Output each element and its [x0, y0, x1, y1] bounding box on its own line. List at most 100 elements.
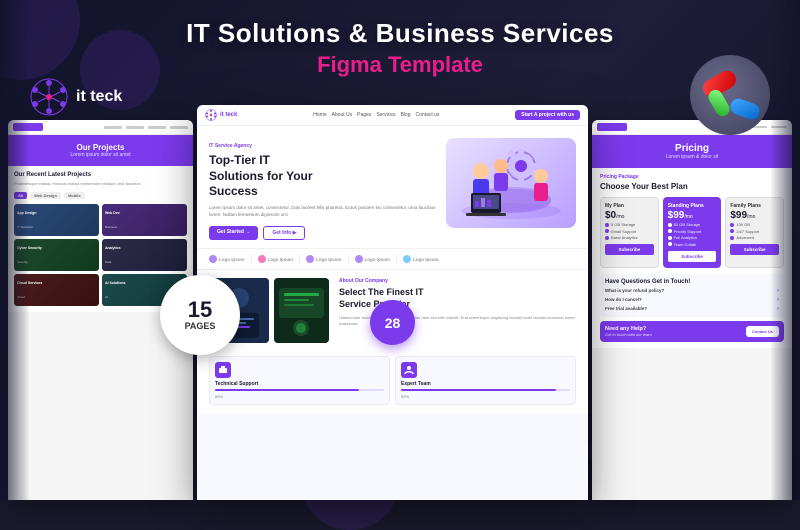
left-header-text: Our Projects: [18, 143, 183, 152]
logo-sep-2: [299, 254, 300, 264]
client-icon-2: [258, 255, 266, 263]
plan-feature-basic-2: Email Support: [605, 229, 654, 234]
faq-item-1[interactable]: What is your refund policy? ›: [605, 288, 779, 294]
pricing-help-btn[interactable]: Contact Us: [746, 326, 779, 337]
feature-dot: [730, 223, 734, 227]
logo-sep-1: [251, 254, 252, 264]
nav-contact[interactable]: Contact us: [416, 112, 440, 118]
price-card-advanced: Family Plans $99/mo 100 GB 24/7 Support: [725, 197, 784, 268]
hero-btn-primary[interactable]: Get Started →: [209, 226, 258, 240]
filter-mobile[interactable]: Mobile: [64, 192, 85, 199]
proj-cat-1: IT Solutions: [17, 225, 33, 229]
client-text-3: Logo Ipsum: [316, 257, 342, 262]
nav-about[interactable]: About Us: [332, 112, 353, 118]
feature-dot: [668, 229, 672, 233]
plan-feature-adv-1: 100 GB: [730, 222, 779, 227]
plan-features-advanced: 100 GB 24/7 Support Advanced: [730, 222, 779, 240]
faq-item-3[interactable]: Free trial available? ›: [605, 306, 779, 312]
mockup-right: Pricing Lorem ipsum & dolor sit Pricing …: [592, 120, 792, 500]
pill-green: [706, 87, 732, 118]
proj-title-1: App Design: [17, 211, 96, 215]
feature-dot: [605, 236, 609, 240]
expert-icon: [401, 362, 417, 378]
proj-cat-5: Cloud: [17, 295, 25, 299]
hero-image: [446, 138, 576, 228]
faq-q3: Free trial available?: [605, 306, 647, 311]
plan-btn-popular[interactable]: Subscribe: [668, 251, 717, 262]
pricing-title: Choose Your Best Plan: [600, 182, 784, 191]
plan-feature-basic-1: 5 GB Storage: [605, 222, 654, 227]
client-logo-4: Logo Ipsum: [355, 255, 391, 263]
left-nav-link: [104, 126, 122, 129]
plan-price-popular: $99/mo: [668, 211, 717, 221]
plan-feature-pop-4: Team Collab: [668, 242, 717, 247]
hero-btn-secondary[interactable]: Get Info ▶: [263, 226, 305, 240]
plan-feature-pop-2: Priority Support: [668, 229, 717, 234]
center-nav-links: Home About Us Pages Services Blog Contac…: [313, 112, 439, 118]
faq-q2: How do I cancel?: [605, 297, 642, 302]
hero-badge: IT Service Agency: [209, 143, 438, 149]
about-graphic-2: [274, 278, 329, 343]
logo-text: it teck: [76, 88, 122, 106]
service-title-1: Technical Support: [215, 381, 384, 387]
left-nav-links: [104, 126, 188, 129]
pricing-header-text: Pricing: [602, 143, 782, 154]
logo-sep-3: [348, 254, 349, 264]
service-fill-1: [215, 389, 359, 391]
filter-all[interactable]: All: [14, 192, 27, 199]
client-icon-5: [403, 255, 411, 263]
nav-home[interactable]: Home: [313, 112, 326, 118]
left-section-title: Our Recent Latest Projects: [14, 172, 187, 178]
client-logos: Logo Ipsum Logo Ipsum Logo Ipsum Logo Ip…: [197, 248, 588, 270]
center-nav-cta[interactable]: Start A project with us: [515, 110, 580, 120]
client-icon-3: [306, 255, 314, 263]
client-logo-3: Logo Ipsum: [306, 255, 342, 263]
filter-web[interactable]: Web Design: [30, 192, 61, 199]
left-section-sub: Pellentesque massa, rhoncus massa elemen…: [14, 181, 187, 187]
proj-title-4: Analytics: [105, 246, 184, 250]
proj-cat-2: Business: [105, 225, 117, 229]
hero-buttons: Get Started → Get Info ▶: [209, 226, 438, 240]
left-nav-logo: [13, 123, 43, 131]
service-title-2: Expert Team: [401, 381, 570, 387]
proj-title-5: Cloud Services: [17, 281, 96, 285]
proj-cat-3: Security: [17, 260, 28, 264]
pricing-header: Pricing Lorem ipsum & dolor sit: [592, 135, 792, 168]
service-progress-2: [401, 389, 570, 391]
nav-pages[interactable]: Pages: [357, 112, 371, 118]
left-filter: All Web Design Mobile: [14, 192, 187, 199]
client-logo-5: Logo Ipsum: [403, 255, 439, 263]
faq-q1: What is your refund policy?: [605, 288, 664, 293]
pricing-nav-logo: [597, 123, 627, 131]
service-pct-2: 92%: [401, 394, 570, 399]
plan-btn-advanced[interactable]: Subscribe: [730, 244, 779, 255]
technical-icon: [215, 362, 231, 378]
faq-item-2[interactable]: How do I cancel? ›: [605, 297, 779, 303]
nav-blog[interactable]: Blog: [401, 112, 411, 118]
feature-dot: [730, 236, 734, 240]
center-hero-text: IT Service Agency Top-Tier ITSolutions f…: [209, 138, 438, 240]
feature-dot: [605, 229, 609, 233]
client-icon-4: [355, 255, 363, 263]
service-technical: Technical Support 85%: [209, 356, 390, 405]
pill-blue: [728, 96, 762, 121]
plan-btn-basic[interactable]: Subscribe: [605, 244, 654, 255]
pricing-nav-link: [771, 126, 787, 129]
faq-arrow-2: ›: [777, 297, 779, 303]
logo-area: it teck: [30, 78, 122, 116]
project-overlay-1: App Design IT Solutions: [17, 211, 96, 233]
proj-cat-6: AI: [105, 295, 108, 299]
faq-arrow-3: ›: [777, 306, 779, 312]
plan-price-basic: $0/mo: [605, 211, 654, 221]
feature-dot: [668, 223, 672, 227]
proj-title-3: Cyber Security: [17, 246, 96, 250]
service-pct-1: 85%: [215, 394, 384, 399]
nav-services[interactable]: Services: [376, 112, 395, 118]
service-fill-2: [401, 389, 556, 391]
project-item-3: Cyber Security Security: [14, 239, 99, 271]
pills-decoration: [690, 55, 770, 135]
project-item-1: App Design IT Solutions: [14, 204, 99, 236]
plan-features-popular: 50 GB Storage Priority Support Full Anal…: [668, 222, 717, 247]
left-content: Our Recent Latest Projects Pellentesque …: [8, 166, 193, 312]
center-logo-icon: [205, 109, 217, 121]
